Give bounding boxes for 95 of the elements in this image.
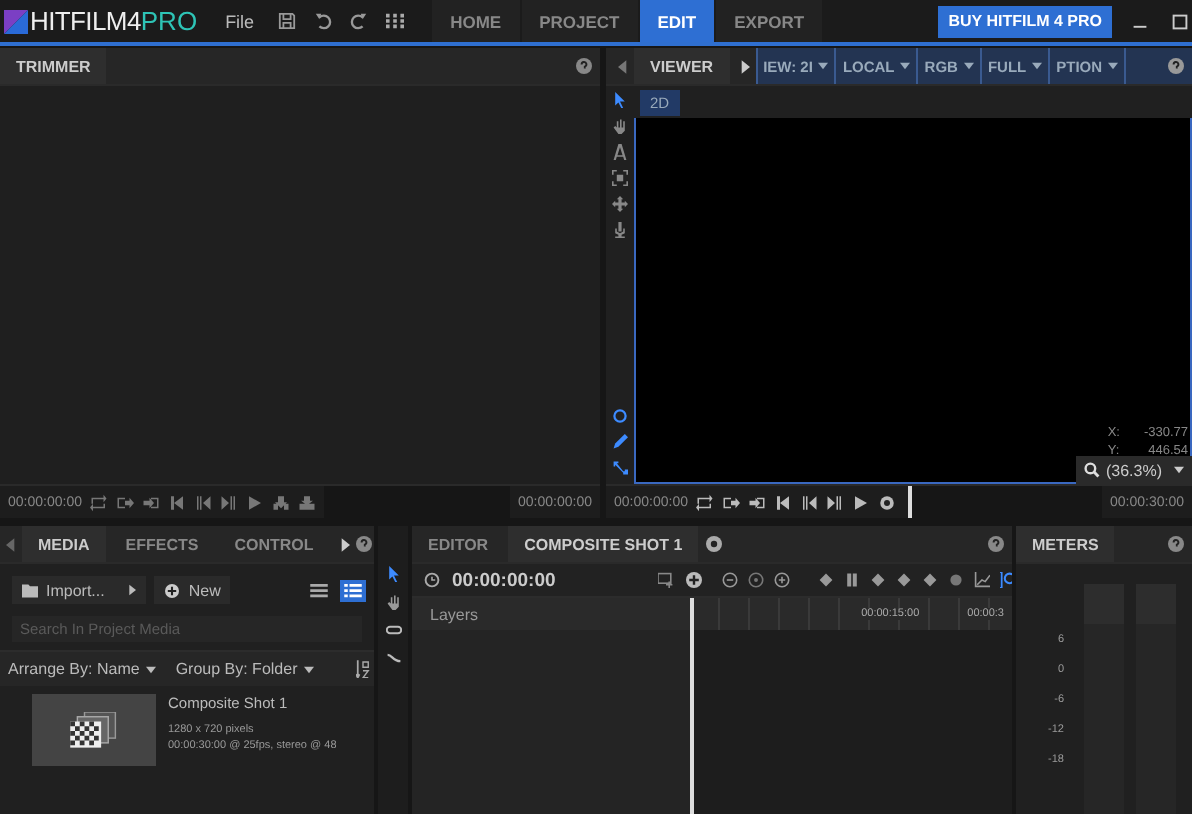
curve-tool-icon[interactable] bbox=[385, 650, 401, 666]
import-button[interactable]: Import... bbox=[12, 576, 147, 604]
list-view-button[interactable] bbox=[306, 579, 332, 601]
caret-icon bbox=[1108, 62, 1119, 70]
pen-tool-icon[interactable] bbox=[612, 434, 628, 450]
undo-icon[interactable] bbox=[314, 12, 333, 30]
loop-icon[interactable] bbox=[89, 493, 108, 511]
caret-icon bbox=[963, 62, 974, 70]
play-icon[interactable] bbox=[245, 493, 264, 511]
panel-tab[interactable]: CONTROL bbox=[218, 526, 330, 562]
scroll-right-icon[interactable] bbox=[339, 537, 350, 551]
ellipse-tool-icon[interactable] bbox=[612, 408, 628, 424]
text-tool-icon[interactable] bbox=[612, 144, 628, 160]
help-icon[interactable] bbox=[576, 58, 592, 74]
import-icon[interactable] bbox=[747, 493, 766, 511]
arrow-tool-icon[interactable] bbox=[612, 92, 628, 108]
plus-icon[interactable] bbox=[686, 572, 702, 588]
panel-tab[interactable]: COMPOSITE SHOT 1 bbox=[508, 526, 699, 562]
layers-header: Layers bbox=[412, 598, 690, 630]
folder-icon bbox=[22, 583, 38, 597]
scroll-left-icon[interactable] bbox=[6, 537, 16, 551]
close-icon[interactable] bbox=[706, 536, 723, 552]
graph-icon[interactable] bbox=[974, 572, 990, 588]
hand-tool-icon[interactable] bbox=[385, 594, 401, 610]
scroll-left-icon[interactable] bbox=[618, 59, 628, 73]
redo-icon[interactable] bbox=[350, 12, 369, 30]
help-icon[interactable] bbox=[1168, 536, 1184, 552]
step-back-icon[interactable] bbox=[799, 493, 818, 511]
path-tool-icon[interactable] bbox=[612, 460, 628, 476]
help-icon[interactable] bbox=[1168, 58, 1184, 74]
help-icon[interactable] bbox=[355, 536, 372, 552]
export-icon[interactable] bbox=[721, 493, 740, 511]
step-forward-icon[interactable] bbox=[825, 493, 844, 511]
mic-tool-icon[interactable] bbox=[612, 222, 628, 238]
caret-icon bbox=[818, 62, 829, 70]
workspace-tab[interactable]: PROJECT bbox=[521, 0, 638, 42]
new-button[interactable]: New bbox=[154, 576, 231, 604]
slip-tool-icon[interactable] bbox=[385, 622, 401, 638]
step-forward-icon[interactable] bbox=[219, 493, 238, 511]
logo-text: HITFILM4 bbox=[30, 6, 141, 36]
caret-icon bbox=[1032, 62, 1043, 70]
composite-icon bbox=[70, 711, 118, 749]
move-tool-icon[interactable] bbox=[612, 196, 628, 212]
panel-title: METERS bbox=[1016, 526, 1115, 562]
timecode: 00:00:00:00 bbox=[452, 569, 556, 591]
zoom-in-icon[interactable] bbox=[774, 572, 790, 588]
panel-title: TRIMMER bbox=[0, 48, 107, 84]
media-thumbnail[interactable] bbox=[32, 694, 156, 766]
workspace-tab[interactable]: EXPORT bbox=[716, 0, 823, 42]
new-layer-icon[interactable] bbox=[658, 572, 674, 588]
clock-icon[interactable] bbox=[424, 572, 440, 588]
buy-button[interactable]: BUY HITFILM 4 PRO bbox=[938, 5, 1112, 37]
caret-icon bbox=[303, 665, 314, 673]
import-icon[interactable] bbox=[141, 493, 160, 511]
plus-icon bbox=[164, 583, 181, 597]
caret-icon bbox=[128, 584, 137, 596]
playhead[interactable] bbox=[907, 486, 912, 518]
group-dropdown[interactable]: Group By: Folder bbox=[171, 660, 318, 678]
help-icon[interactable] bbox=[988, 536, 1004, 552]
arrow-tool-icon[interactable] bbox=[385, 566, 401, 582]
step-back-icon[interactable] bbox=[193, 493, 212, 511]
skip-start-icon[interactable] bbox=[773, 493, 792, 511]
loop-icon[interactable] bbox=[695, 493, 714, 511]
scroll-right-icon[interactable] bbox=[739, 59, 750, 73]
caret-icon bbox=[900, 62, 911, 70]
zoom-out-icon[interactable] bbox=[722, 572, 738, 588]
crop-tool-icon[interactable] bbox=[612, 170, 628, 186]
panel-tab[interactable]: EFFECTS bbox=[109, 526, 215, 562]
skip-start-icon[interactable] bbox=[167, 493, 186, 511]
zoom-fit-icon[interactable] bbox=[748, 572, 764, 588]
workspace-tab[interactable]: HOME bbox=[432, 0, 520, 42]
maximize-icon[interactable] bbox=[1172, 13, 1188, 29]
play-icon[interactable] bbox=[851, 493, 870, 511]
circle-icon[interactable] bbox=[948, 572, 964, 588]
export-icon[interactable] bbox=[115, 493, 134, 511]
logo-accent-text: PRO bbox=[140, 6, 198, 36]
zoom-dropdown[interactable]: (36.3%) bbox=[1075, 456, 1192, 484]
grid-view-button[interactable] bbox=[340, 579, 366, 601]
overlay-icon[interactable] bbox=[297, 493, 316, 511]
hand-tool-icon[interactable] bbox=[612, 118, 628, 134]
grid-icon[interactable] bbox=[386, 12, 405, 30]
insert-icon[interactable] bbox=[271, 493, 290, 511]
caret-icon bbox=[145, 665, 156, 673]
record-icon[interactable] bbox=[877, 493, 896, 511]
workspace-tab[interactable]: EDIT bbox=[639, 0, 715, 42]
keyframe-icon[interactable] bbox=[818, 572, 834, 588]
save-icon[interactable] bbox=[278, 12, 297, 30]
sort-icon[interactable] bbox=[356, 660, 370, 678]
panel-title: VIEWER bbox=[634, 48, 730, 84]
arrange-dropdown[interactable]: Arrange By: Name bbox=[4, 660, 160, 678]
panel-tab[interactable]: EDITOR bbox=[412, 526, 505, 562]
caret-icon bbox=[1174, 466, 1184, 474]
panel-tab[interactable]: MEDIA bbox=[22, 526, 106, 562]
menu-item[interactable]: File bbox=[225, 11, 255, 31]
pause-icon[interactable] bbox=[844, 572, 860, 588]
